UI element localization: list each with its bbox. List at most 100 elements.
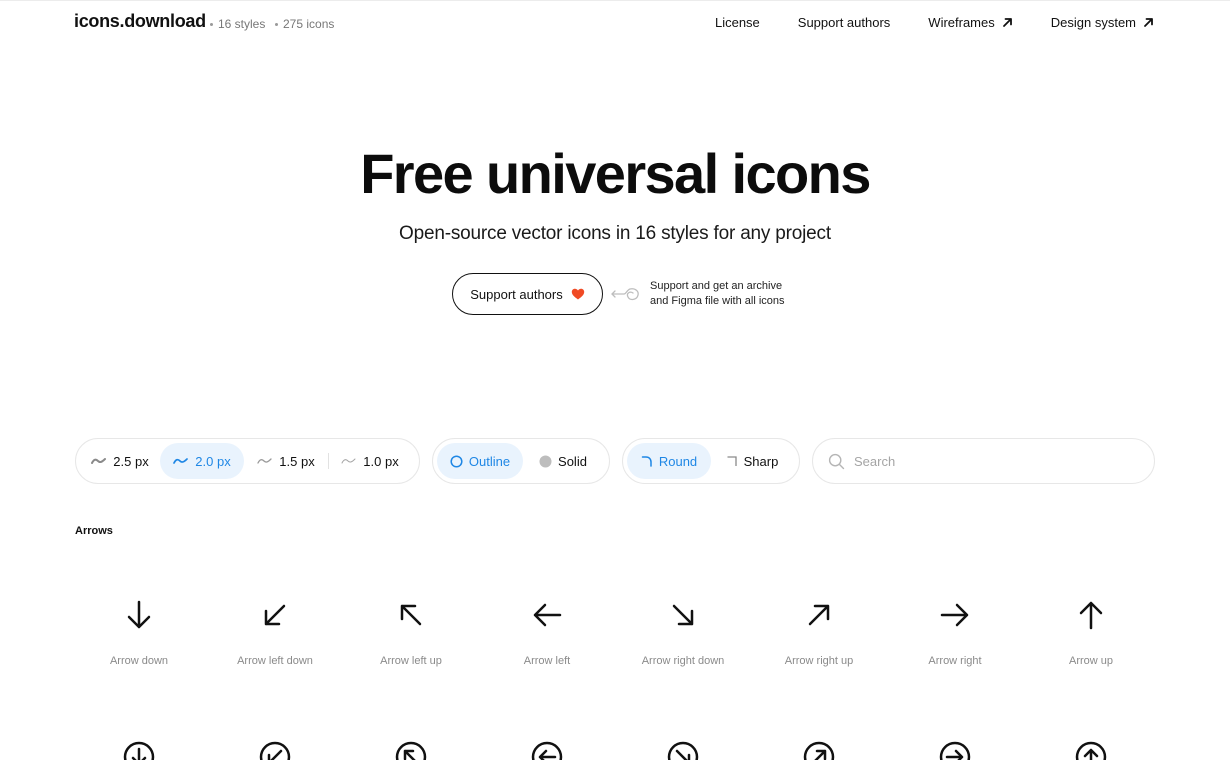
- support-authors-label: Support authors: [470, 286, 563, 302]
- bullet-icon: [210, 22, 213, 26]
- stroke-option-label: 1.0 px: [363, 453, 399, 469]
- circle-outline-icon: [450, 454, 463, 468]
- corner-option-round[interactable]: Round: [627, 443, 711, 479]
- icon-label: Arrow left down: [237, 655, 313, 667]
- icon-card[interactable]: [1023, 733, 1159, 760]
- stroke-option-1-5[interactable]: 1.5 px: [244, 443, 328, 479]
- icon-card[interactable]: Arrow right up: [751, 591, 887, 721]
- stroke-option-label: 1.5 px: [279, 453, 315, 469]
- nav-design-system-label: Design system: [1050, 15, 1136, 30]
- support-note-line: Support and get an archive: [650, 280, 783, 292]
- icon-card[interactable]: Arrow right: [887, 591, 1023, 721]
- arrow-left-up-icon: [400, 604, 422, 626]
- fill-style-selector: Outline Solid: [432, 438, 610, 484]
- icon-card[interactable]: [71, 733, 207, 760]
- stroke-squiggle-icon: [257, 458, 272, 464]
- icon-card[interactable]: [887, 733, 1023, 760]
- stroke-squiggle-icon: [173, 458, 189, 464]
- circle-arrow-up-icon: [1075, 741, 1107, 760]
- stroke-option-label: 2.0 px: [195, 453, 231, 469]
- icon-card[interactable]: Arrow up: [1023, 591, 1159, 721]
- nav-wireframes[interactable]: Wireframes: [928, 15, 1012, 30]
- search-box[interactable]: [812, 438, 1155, 484]
- nav-license-label: License: [714, 15, 760, 30]
- fill-option-label: Solid: [558, 453, 587, 469]
- stroke-option-label: 2.5 px: [113, 453, 149, 469]
- nav-design-system[interactable]: Design system: [1051, 15, 1154, 30]
- icons-count: 275 icons: [275, 17, 334, 31]
- external-arrow-icon: [1002, 18, 1012, 27]
- stroke-squiggle-icon: [341, 458, 356, 464]
- icon-card[interactable]: Arrow right down: [615, 591, 751, 721]
- nav-support-label: Support authors: [797, 15, 891, 30]
- corner-style-selector: Round Sharp: [622, 438, 800, 484]
- support-note: Support and get an archive and Figma fil…: [650, 279, 810, 309]
- icon-label: Arrow up: [1068, 655, 1114, 667]
- stroke-squiggle-icon: [91, 458, 107, 464]
- icon-card[interactable]: Arrow down: [71, 591, 207, 721]
- arrow-up-icon: [1079, 601, 1103, 630]
- bullet-icon: [275, 22, 278, 26]
- circle-arrow-left-down-icon: [259, 741, 291, 760]
- icon-label: Arrow right down: [641, 655, 725, 667]
- fill-option-solid[interactable]: Solid: [523, 443, 603, 479]
- arrow-left-icon: [533, 603, 562, 627]
- icon-card[interactable]: [751, 733, 887, 760]
- icon-label: Arrow left: [523, 655, 571, 667]
- external-arrow-icon: [1144, 18, 1153, 27]
- circle-arrow-left-icon: [531, 741, 563, 760]
- arrow-right-down-icon: [672, 604, 694, 626]
- icon-card[interactable]: Arrow left up: [343, 591, 479, 721]
- circle-arrow-right-icon: [939, 741, 971, 760]
- hero-title: Free universal icons: [360, 142, 871, 205]
- fill-option-outline[interactable]: Outline: [437, 443, 523, 479]
- icon-card[interactable]: [479, 733, 615, 760]
- stroke-option-2-5[interactable]: 2.5 px: [80, 443, 160, 479]
- sharp-corner-icon: [727, 456, 737, 466]
- arrow-right-up-icon: [808, 604, 830, 626]
- nav-wireframes-label: Wireframes: [928, 15, 995, 30]
- heart-icon: [571, 288, 584, 300]
- top-bar: icons.download 16 styles 275 icons Licen…: [0, 1, 1230, 47]
- fill-option-label: Outline: [468, 453, 511, 469]
- support-authors-button[interactable]: Support authors: [452, 273, 603, 315]
- icon-label: Arrow down: [109, 655, 169, 667]
- curly-arrow-icon: [611, 288, 639, 301]
- styles-count-label: 16 styles: [218, 17, 266, 31]
- circle-solid-icon: [539, 455, 552, 467]
- icon-card[interactable]: Arrow left down: [207, 591, 343, 721]
- icon-label: Arrow right up: [784, 655, 854, 667]
- icon-card[interactable]: [343, 733, 479, 760]
- stroke-option-1-0[interactable]: 1.0 px: [329, 443, 411, 479]
- page: icons.download 16 styles 275 icons Licen…: [0, 0, 1230, 760]
- nav-license[interactable]: License: [715, 15, 760, 30]
- icons-count-label: 275 icons: [283, 17, 335, 31]
- circle-arrow-right-down-icon: [667, 741, 699, 760]
- search-icon: [828, 453, 845, 469]
- hero-subtitle: Open-source vector icons in 16 styles fo…: [399, 223, 831, 244]
- corner-option-label: Round: [658, 453, 698, 469]
- icon-label: Arrow right: [928, 655, 982, 667]
- icon-card[interactable]: Arrow left: [479, 591, 615, 721]
- circle-arrow-left-up-icon: [395, 741, 427, 760]
- styles-count: 16 styles: [210, 17, 265, 31]
- stroke-width-selector: 2.5 px 2.0 px 1.5 px 1.0 px: [75, 438, 420, 484]
- icon-card[interactable]: [207, 733, 343, 760]
- brand-logo[interactable]: icons.download: [74, 11, 206, 32]
- nav-support-authors[interactable]: Support authors: [798, 15, 891, 30]
- icon-card[interactable]: [615, 733, 751, 760]
- arrow-left-down-icon: [264, 604, 286, 626]
- circle-arrow-down-icon: [123, 741, 155, 760]
- stroke-option-2-0[interactable]: 2.0 px: [160, 443, 244, 479]
- search-input[interactable]: [854, 453, 1134, 469]
- support-note-line: and Figma file with all icons: [650, 295, 785, 307]
- circle-arrow-right-up-icon: [803, 741, 835, 760]
- arrow-down-icon: [127, 600, 151, 629]
- corner-option-label: Sharp: [743, 453, 779, 469]
- main-nav: License Support authors Wireframes Desig…: [677, 15, 1154, 30]
- round-corner-icon: [641, 456, 652, 467]
- arrow-right-icon: [940, 603, 969, 627]
- section-title: Arrows: [75, 525, 113, 537]
- icon-label: Arrow left up: [380, 655, 442, 667]
- corner-option-sharp[interactable]: Sharp: [711, 443, 793, 479]
